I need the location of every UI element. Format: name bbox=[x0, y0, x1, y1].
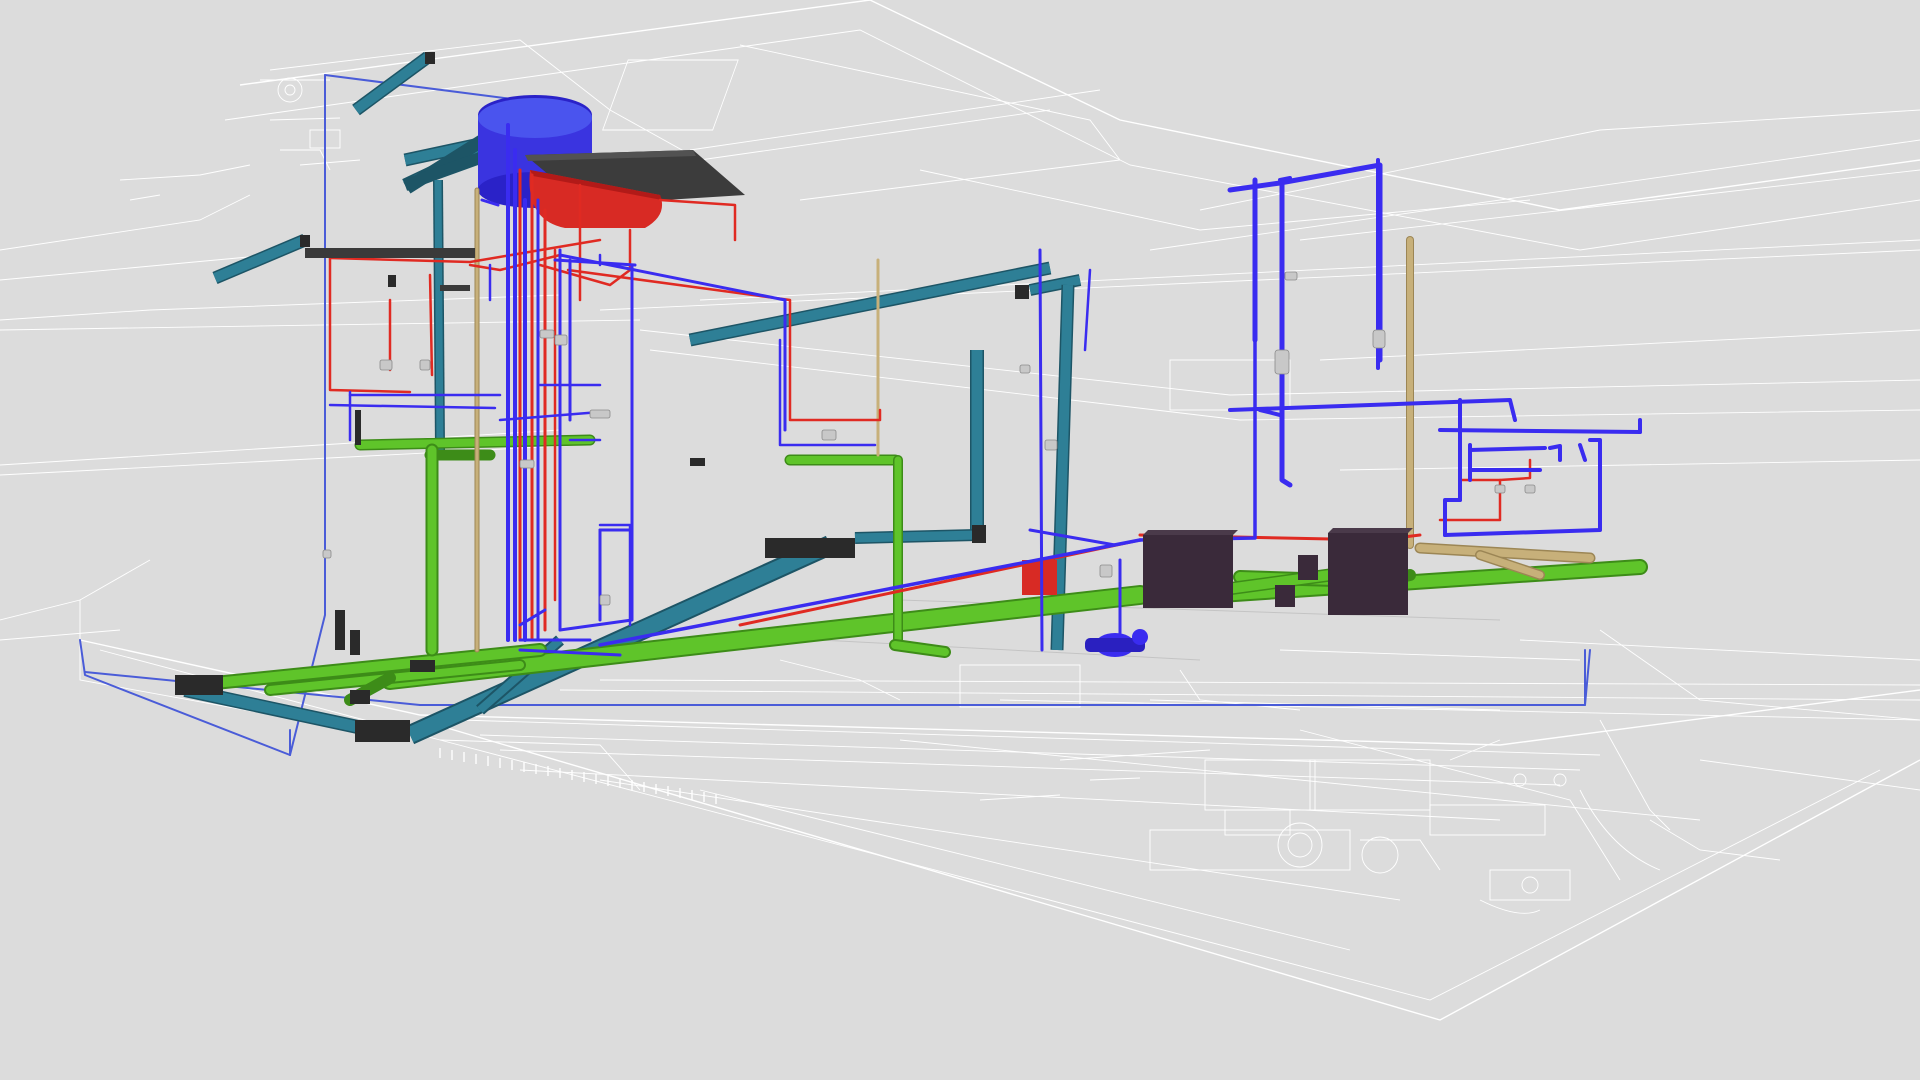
floorplan-linework bbox=[0, 0, 1920, 1021]
bim-3d-viewport[interactable] bbox=[0, 0, 1920, 1080]
inspection-box-icon[interactable] bbox=[1328, 528, 1413, 615]
pump-icon[interactable] bbox=[1085, 629, 1148, 657]
plumbing-model-canvas[interactable] bbox=[0, 0, 1920, 1080]
inspection-box-icon[interactable] bbox=[1143, 530, 1238, 608]
